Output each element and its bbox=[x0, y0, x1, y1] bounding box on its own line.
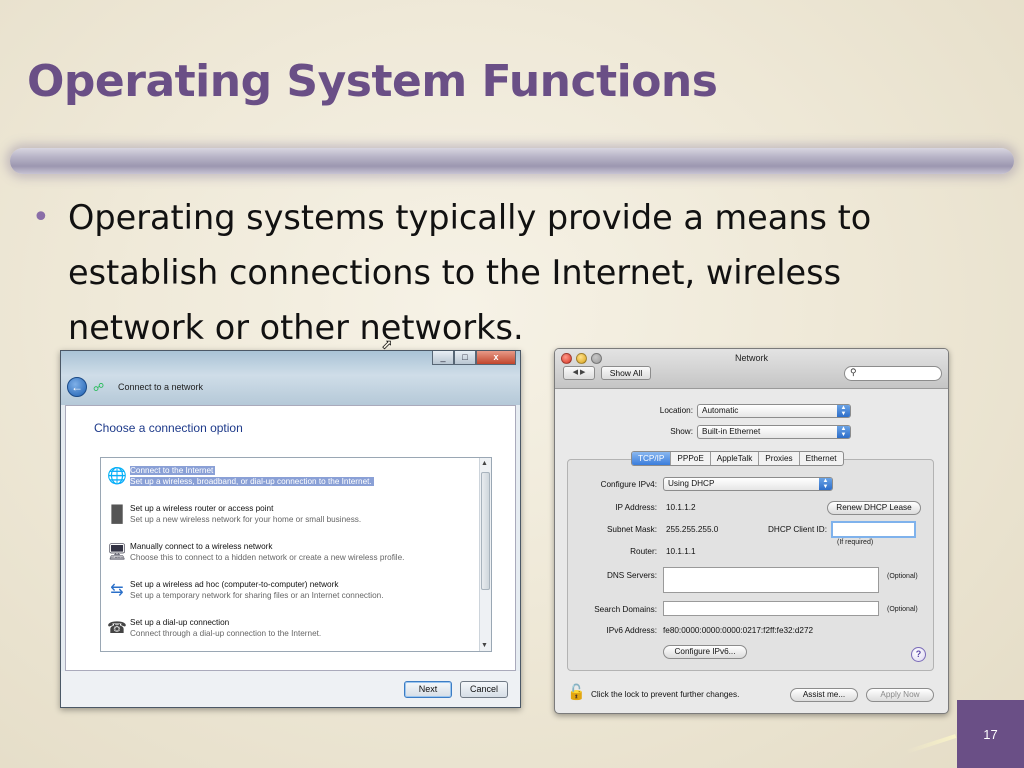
ip-address-label: IP Address: bbox=[615, 503, 657, 512]
dialup-icon: ☎ bbox=[107, 620, 127, 637]
subnet-mask-value: 255.255.255.0 bbox=[666, 525, 719, 534]
configure-ipv4-label: Configure IPv4: bbox=[600, 480, 657, 489]
slide-title: Operating System Functions bbox=[27, 56, 718, 107]
location-select[interactable]: Automatic ▲ ▼ bbox=[697, 404, 851, 418]
option-title: Set up a wireless router or access point bbox=[130, 504, 274, 513]
minimize-button[interactable]: _ bbox=[432, 351, 454, 365]
configure-ipv6-button[interactable]: Configure IPv6... bbox=[663, 645, 747, 659]
router-value: 10.1.1.1 bbox=[666, 547, 696, 556]
scroll-up-icon[interactable]: ▲ bbox=[481, 460, 488, 467]
windows-connect-dialog: _ □ x ← ☍ Connect to a network Choose a … bbox=[60, 350, 521, 708]
tab-proxies[interactable]: Proxies bbox=[759, 452, 800, 465]
scroll-down-icon[interactable]: ▼ bbox=[481, 642, 488, 649]
list-item[interactable]: 🖥 Manually connect to a wireless network… bbox=[103, 538, 478, 572]
network-tabs: TCP/IP PPPoE AppleTalk Proxies Ethernet bbox=[631, 451, 844, 466]
location-label: Location: bbox=[659, 406, 693, 415]
show-all-button[interactable]: Show All bbox=[601, 366, 651, 380]
option-desc: Set up a wireless, broadband, or dial-up… bbox=[130, 477, 374, 486]
configure-ipv4-value: Using DHCP bbox=[668, 479, 715, 488]
wireless-computer-icon: 🖥 bbox=[106, 544, 128, 561]
subnet-mask-label: Subnet Mask: bbox=[606, 525, 657, 534]
scrollbar[interactable]: ▲ ▼ bbox=[479, 458, 491, 651]
search-domains-label: Search Domains: bbox=[594, 605, 657, 614]
tab-pppoe[interactable]: PPPoE bbox=[671, 452, 711, 465]
popup-arrows-icon: ▲ ▼ bbox=[837, 426, 850, 438]
window-controls: _ □ x bbox=[432, 351, 516, 365]
list-item[interactable]: 🌐 Connect to the Internet Set up a wirel… bbox=[103, 462, 478, 496]
assist-me-button[interactable]: Assist me... bbox=[790, 688, 858, 702]
bullet-list: • Operating systems typically provide a … bbox=[28, 190, 958, 355]
mac-titlebar: Network ◀ ▶ Show All ⚲ bbox=[555, 349, 948, 389]
router-icon: █ bbox=[111, 506, 123, 523]
list-item[interactable]: ⇆ Set up a wireless ad hoc (computer-to-… bbox=[103, 576, 478, 610]
dns-servers-label: DNS Servers: bbox=[606, 571, 657, 580]
search-domains-optional-note: (Optional) bbox=[887, 606, 918, 613]
ipv6-address-label: IPv6 Address: bbox=[606, 626, 657, 635]
search-icon: ⚲ bbox=[850, 367, 857, 377]
lock-icon[interactable]: 🔓 bbox=[567, 683, 586, 701]
search-input[interactable]: ⚲ bbox=[844, 366, 942, 381]
list-item[interactable]: █ Set up a wireless router or access poi… bbox=[103, 500, 478, 534]
option-title: Set up a wireless ad hoc (computer-to-co… bbox=[130, 580, 339, 589]
connection-options-list: 🌐 Connect to the Internet Set up a wirel… bbox=[100, 457, 492, 652]
search-domains-field[interactable] bbox=[663, 601, 879, 616]
dhcp-client-id-label: DHCP Client ID: bbox=[768, 525, 827, 534]
option-desc: Set up a temporary network for sharing f… bbox=[130, 591, 384, 600]
popup-arrows-icon: ▲ ▼ bbox=[837, 405, 850, 417]
option-title: Connect to the Internet bbox=[130, 466, 216, 475]
scrollbar-thumb[interactable] bbox=[481, 472, 490, 590]
list-item[interactable]: ☎ Set up a dial-up connection Connect th… bbox=[103, 614, 478, 648]
back-forward-buttons[interactable]: ◀ ▶ bbox=[563, 366, 595, 380]
if-required-note: (If required) bbox=[837, 539, 874, 546]
renew-dhcp-button[interactable]: Renew DHCP Lease bbox=[827, 501, 921, 515]
close-button[interactable]: x bbox=[476, 351, 516, 365]
dialog-footer: Next Cancel bbox=[61, 671, 520, 707]
router-label: Router: bbox=[630, 547, 657, 556]
option-desc: Set up a new wireless network for your h… bbox=[130, 515, 362, 524]
tab-tcpip[interactable]: TCP/IP bbox=[632, 452, 672, 465]
help-icon[interactable]: ? bbox=[911, 647, 926, 662]
option-desc: Choose this to connect to a hidden netwo… bbox=[130, 553, 405, 562]
dns-servers-field[interactable] bbox=[663, 567, 879, 593]
dialog-titlebar: _ □ x ← ☍ Connect to a network bbox=[61, 351, 520, 405]
mac-window-title: Network bbox=[734, 353, 768, 363]
tab-appletalk[interactable]: AppleTalk bbox=[711, 452, 760, 465]
dns-optional-note: (Optional) bbox=[887, 573, 918, 580]
bullet-dot-icon: • bbox=[32, 200, 50, 235]
title-underline-bar bbox=[10, 148, 1014, 174]
page-number: 17 bbox=[983, 727, 998, 742]
show-value: Built-in Ethernet bbox=[702, 427, 761, 436]
popup-arrows-icon: ▲ ▼ bbox=[819, 478, 832, 490]
tab-ethernet[interactable]: Ethernet bbox=[800, 452, 843, 465]
configure-ipv4-select[interactable]: Using DHCP ▲ ▼ bbox=[663, 477, 833, 491]
dialog-title: Connect to a network bbox=[118, 382, 204, 392]
option-title: Manually connect to a wireless network bbox=[130, 542, 273, 551]
dialog-body: Choose a connection option 🌐 Connect to … bbox=[65, 405, 516, 671]
lock-message: Click the lock to prevent further change… bbox=[591, 690, 740, 699]
maximize-button[interactable]: □ bbox=[454, 351, 476, 365]
option-desc: Connect through a dial-up connection to … bbox=[130, 629, 322, 638]
apply-now-button[interactable]: Apply Now bbox=[866, 688, 934, 702]
network-icon: ☍ bbox=[93, 382, 105, 394]
dhcp-client-id-field[interactable] bbox=[831, 521, 916, 538]
bullet-text: Operating systems typically provide a me… bbox=[68, 198, 872, 347]
dialog-heading: Choose a connection option bbox=[94, 421, 243, 435]
mac-network-preferences: Network ◀ ▶ Show All ⚲ Location: Automat… bbox=[554, 348, 949, 714]
back-arrow-icon[interactable]: ← bbox=[67, 377, 87, 397]
option-title: Set up a dial-up connection bbox=[130, 618, 230, 627]
cancel-button[interactable]: Cancel bbox=[460, 681, 508, 698]
next-button[interactable]: Next bbox=[404, 681, 452, 698]
globe-icon: 🌐 bbox=[107, 468, 127, 485]
mouse-pointer-icon: ⬀ bbox=[381, 336, 393, 352]
page-number-box: 17 bbox=[957, 700, 1024, 768]
show-label: Show: bbox=[670, 427, 693, 436]
decorative-streak bbox=[905, 734, 957, 754]
ip-address-value: 10.1.1.2 bbox=[666, 503, 696, 512]
location-value: Automatic bbox=[702, 406, 739, 415]
adhoc-network-icon: ⇆ bbox=[110, 582, 124, 599]
bullet-item: • Operating systems typically provide a … bbox=[28, 190, 958, 355]
show-select[interactable]: Built-in Ethernet ▲ ▼ bbox=[697, 425, 851, 439]
ipv6-address-value: fe80:0000:0000:0000:0217:f2ff:fe32:d272 bbox=[663, 626, 814, 635]
